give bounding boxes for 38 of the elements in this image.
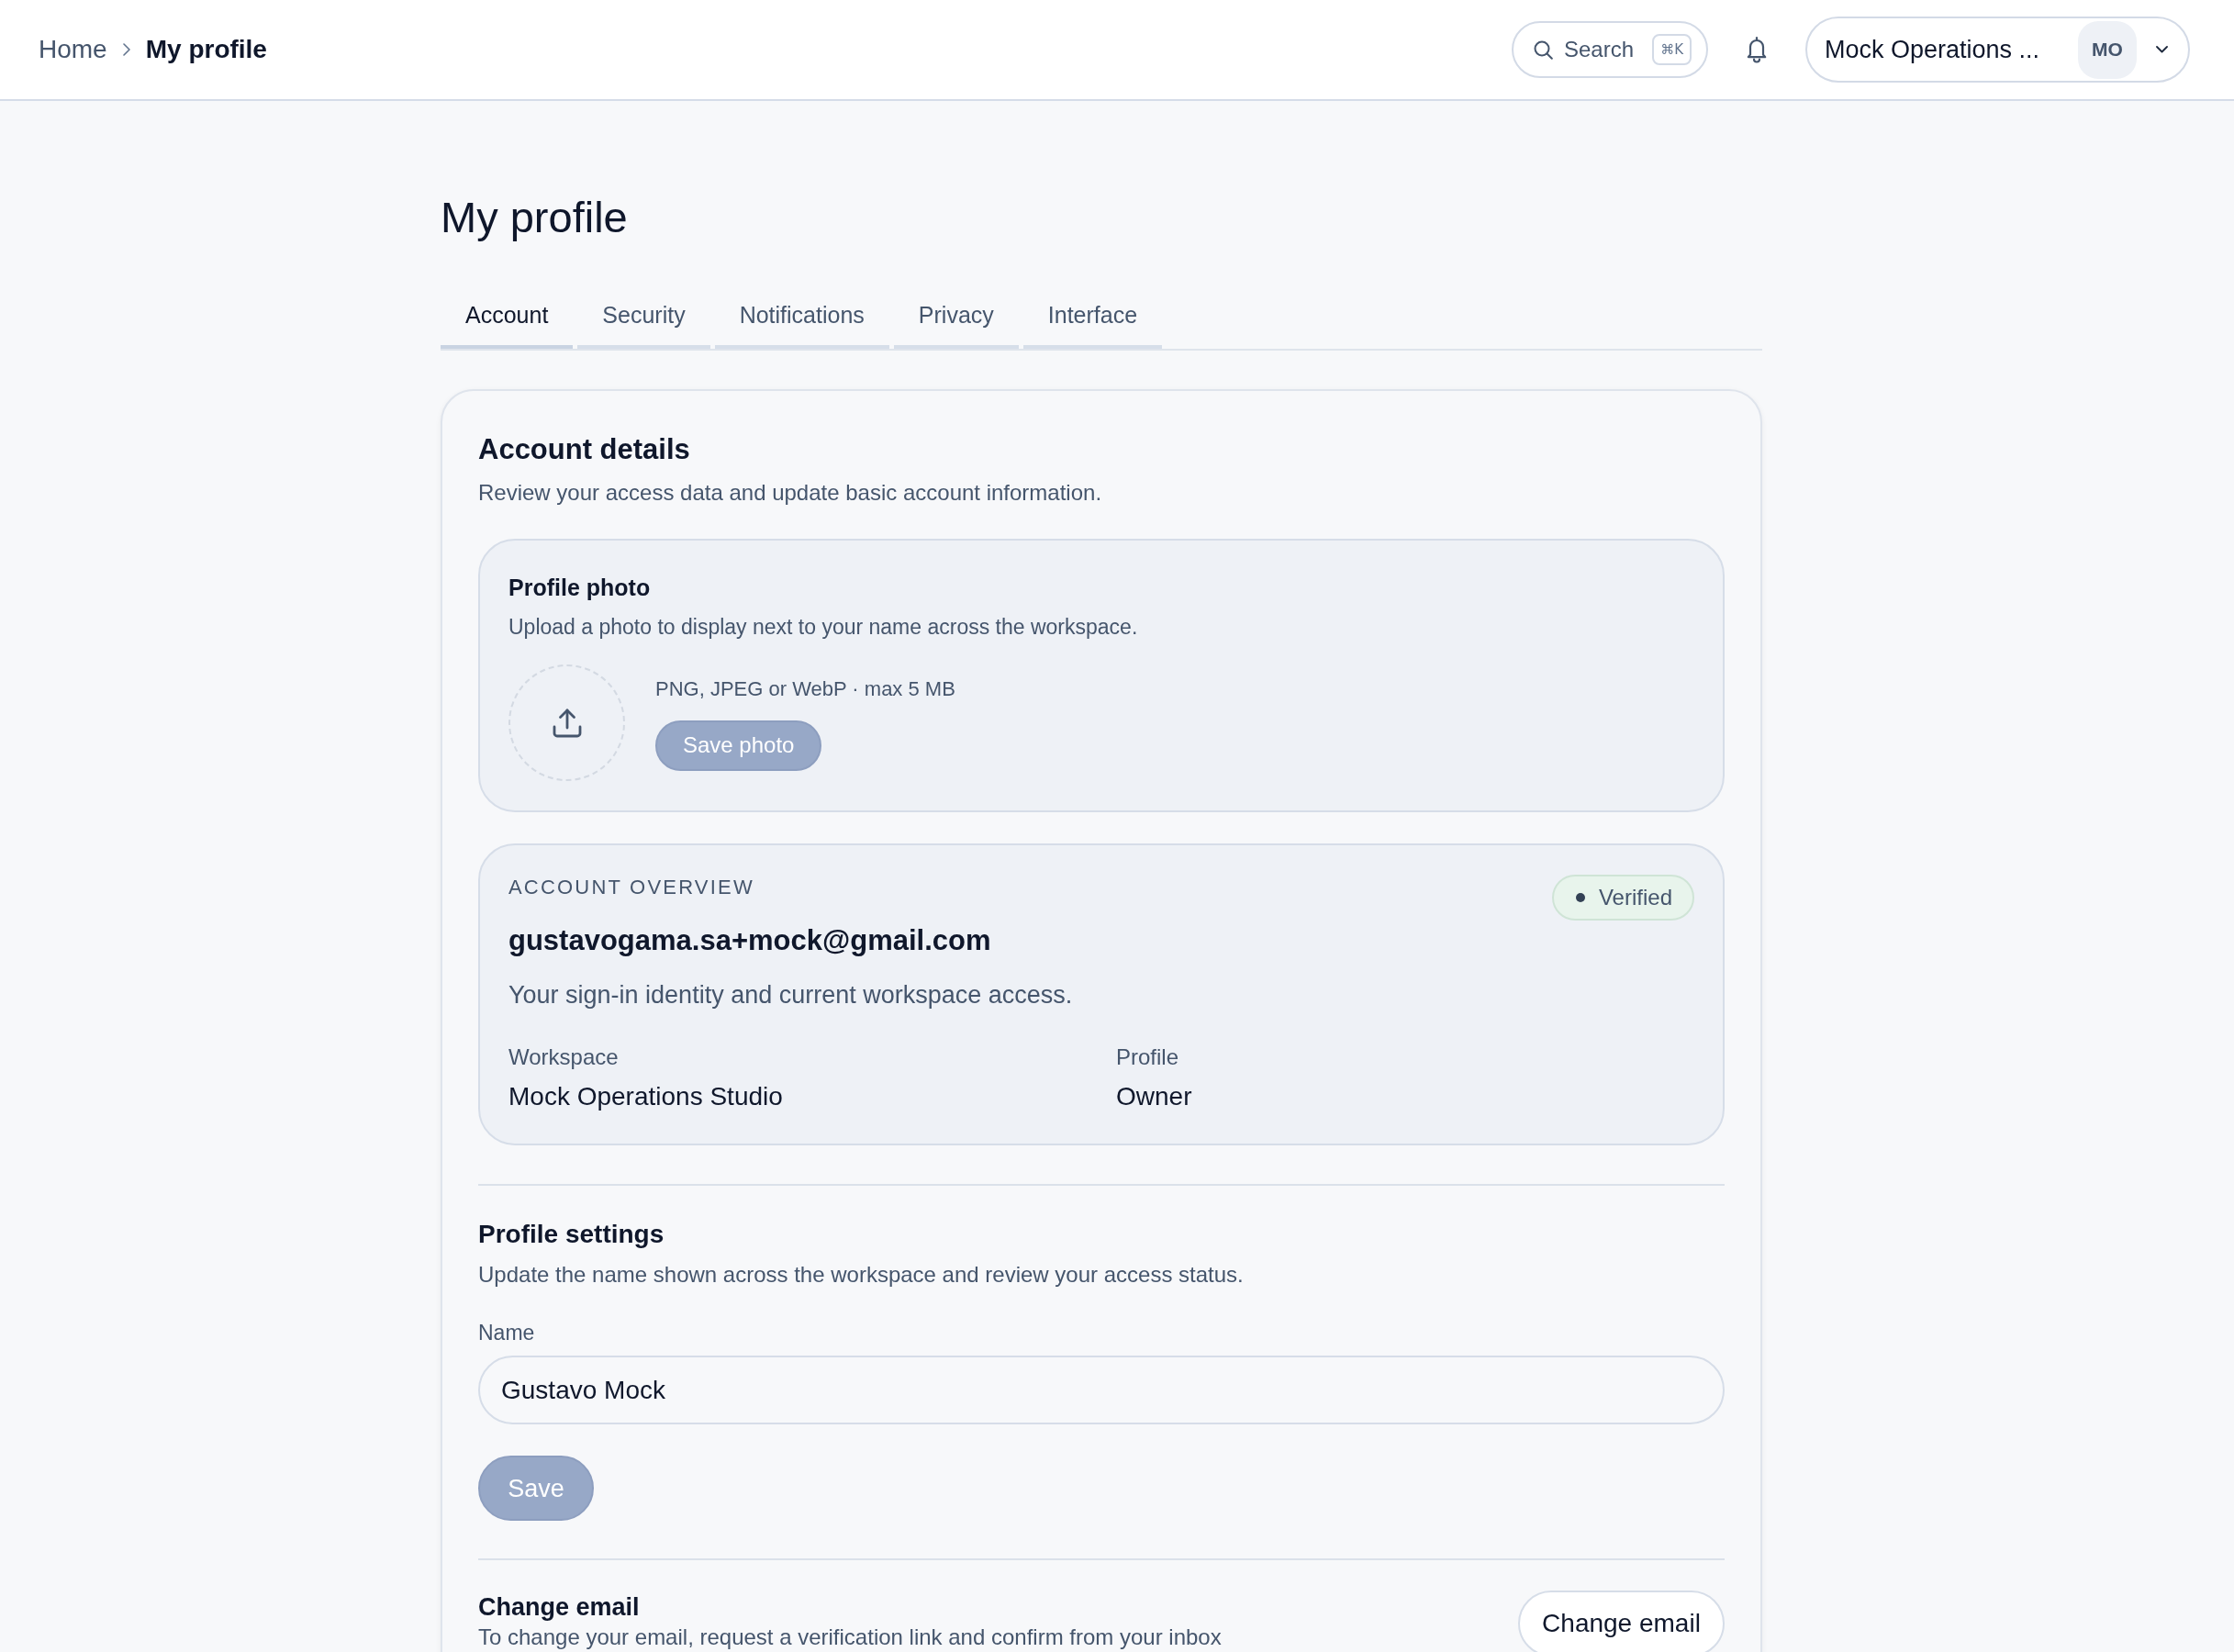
overview-description: Your sign-in identity and current workspace access. bbox=[508, 980, 1073, 1010]
section-title: Account details bbox=[478, 432, 690, 467]
search-button[interactable]: Search ⌘K bbox=[1512, 21, 1708, 78]
breadcrumb-link[interactable]: My profile bbox=[145, 34, 267, 65]
tab[interactable]: Interface bbox=[1022, 294, 1163, 349]
section-description: To change your email, request a verification link and confirm from your inbox bbox=[478, 1626, 1222, 1648]
shortcut-key: ⌘K bbox=[1652, 34, 1692, 65]
section-description: Update the name shown across the workspace and review your access status. bbox=[478, 1261, 1244, 1289]
panel-title: Profile photo bbox=[508, 574, 651, 602]
panel-description: Upload a photo to display next to your name across the workspace. bbox=[508, 614, 1138, 641]
upload-icon bbox=[551, 707, 583, 739]
field-label: Workspace bbox=[508, 1044, 619, 1071]
section-title: Profile settings bbox=[478, 1219, 665, 1250]
account-menu-button[interactable]: Mock Operations ... MO bbox=[1805, 17, 2190, 83]
status-dot-icon bbox=[1575, 893, 1585, 902]
avatar: MO bbox=[2078, 20, 2137, 79]
tab[interactable]: Security bbox=[577, 294, 710, 349]
section-title: Change email bbox=[478, 1592, 640, 1623]
breadcrumb-link[interactable]: Home bbox=[39, 34, 107, 65]
field-value: Owner bbox=[1116, 1081, 1192, 1112]
field-label: Profile bbox=[1116, 1044, 1179, 1071]
page-title: My profile bbox=[441, 194, 628, 241]
field-value: Mock Operations Studio bbox=[508, 1081, 783, 1112]
account-email: gustavogama.sa+mock@gmail.com bbox=[508, 923, 991, 958]
overview-eyebrow: ACCOUNT OVERVIEW bbox=[508, 875, 754, 900]
name-field[interactable]: Gustavo Mock bbox=[478, 1356, 1725, 1424]
file-hint: PNG, JPEG or WebP · max 5 MB bbox=[655, 675, 955, 702]
change-email-button[interactable]: Change email bbox=[1518, 1591, 1725, 1652]
field-label: Name bbox=[478, 1320, 535, 1346]
tab[interactable]: Notifications bbox=[714, 294, 889, 349]
chevron-right-icon bbox=[122, 43, 130, 56]
tab[interactable]: Privacy bbox=[893, 294, 1019, 349]
bell-icon[interactable] bbox=[1746, 36, 1768, 63]
tab[interactable]: Account bbox=[441, 294, 574, 349]
search-icon bbox=[1534, 39, 1553, 60]
verified-badge: Verified bbox=[1551, 875, 1694, 921]
section-description: Review your access data and update basic account information. bbox=[478, 479, 1102, 507]
chevron-down-icon bbox=[2156, 46, 2168, 53]
